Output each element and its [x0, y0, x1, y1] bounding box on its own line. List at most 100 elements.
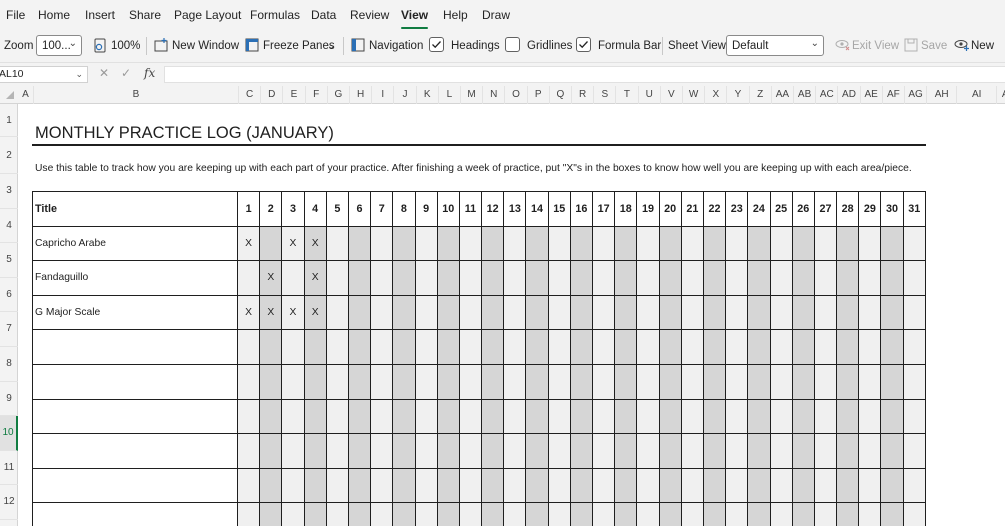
day-mark-cell[interactable] — [880, 363, 904, 400]
day-mark-cell[interactable] — [769, 225, 793, 262]
day-mark-cell[interactable] — [325, 260, 349, 296]
zoom-100-button[interactable]: 100% — [111, 30, 140, 62]
day-mark-cell[interactable] — [813, 294, 838, 331]
day-mark-cell[interactable] — [547, 467, 571, 504]
column-header[interactable]: D — [261, 86, 284, 104]
day-mark-cell[interactable] — [702, 467, 727, 504]
day-header-cell[interactable]: 11 — [458, 191, 483, 227]
day-mark-cell[interactable] — [702, 225, 727, 262]
day-mark-cell[interactable] — [658, 225, 682, 262]
column-header[interactable]: X — [705, 86, 728, 104]
day-mark-cell[interactable] — [525, 260, 549, 296]
day-mark-cell[interactable] — [858, 398, 882, 435]
day-mark-cell[interactable] — [281, 398, 305, 435]
day-mark-cell[interactable] — [281, 433, 305, 469]
day-mark-cell[interactable] — [547, 398, 571, 435]
day-mark-cell[interactable] — [680, 502, 704, 526]
day-mark-cell[interactable] — [525, 467, 549, 504]
day-mark-cell[interactable] — [503, 294, 527, 331]
day-header-cell[interactable]: 21 — [680, 191, 704, 227]
day-mark-cell[interactable] — [747, 502, 771, 526]
day-mark-cell[interactable] — [813, 398, 838, 435]
day-mark-cell[interactable] — [769, 329, 793, 365]
column-header[interactable]: AI — [957, 86, 998, 104]
day-mark-cell[interactable] — [325, 294, 349, 331]
day-mark-cell[interactable] — [303, 467, 327, 504]
column-header[interactable]: L — [439, 86, 461, 104]
exit-view-button[interactable]: Exit View — [852, 30, 899, 62]
day-mark-cell[interactable] — [370, 225, 394, 262]
day-mark-cell[interactable] — [813, 433, 838, 469]
day-header-cell[interactable]: 26 — [791, 191, 815, 227]
day-mark-cell[interactable] — [658, 398, 682, 435]
day-header-cell[interactable]: 13 — [503, 191, 527, 227]
day-mark-cell[interactable] — [370, 363, 394, 400]
day-mark-cell[interactable] — [481, 502, 505, 526]
day-mark-cell[interactable] — [858, 225, 882, 262]
day-mark-cell[interactable] — [813, 225, 838, 262]
tab-page-layout[interactable]: Page Layout — [174, 8, 241, 22]
day-header-cell[interactable]: 2 — [259, 191, 283, 227]
day-mark-cell[interactable] — [725, 467, 749, 504]
formula-bar-checkbox[interactable] — [576, 37, 591, 52]
day-mark-cell[interactable] — [614, 433, 638, 469]
tab-help[interactable]: Help — [443, 8, 468, 22]
row-title-cell[interactable] — [32, 329, 238, 365]
row-title-cell[interactable] — [32, 433, 238, 469]
day-mark-cell[interactable] — [392, 502, 416, 526]
day-mark-cell[interactable] — [525, 329, 549, 365]
day-header-cell[interactable]: 24 — [747, 191, 771, 227]
day-mark-cell[interactable] — [836, 329, 860, 365]
header-title-cell[interactable]: Title — [32, 191, 238, 227]
row-header[interactable]: 4 — [0, 209, 18, 244]
day-mark-cell[interactable] — [370, 502, 394, 526]
day-mark-cell[interactable] — [791, 225, 815, 262]
day-mark-cell[interactable] — [680, 329, 704, 365]
day-mark-cell[interactable] — [481, 294, 505, 331]
day-header-cell[interactable]: 16 — [569, 191, 594, 227]
day-mark-cell[interactable] — [259, 363, 283, 400]
day-mark-cell[interactable] — [902, 260, 926, 296]
day-mark-cell[interactable] — [325, 398, 349, 435]
row-header[interactable]: 2 — [0, 137, 18, 174]
row-header[interactable]: 12 — [0, 485, 18, 520]
day-mark-cell[interactable] — [547, 329, 571, 365]
day-mark-cell[interactable] — [281, 467, 305, 504]
day-mark-cell[interactable] — [591, 363, 616, 400]
day-mark-cell[interactable] — [281, 329, 305, 365]
day-mark-cell[interactable] — [458, 467, 483, 504]
day-mark-cell[interactable] — [591, 329, 616, 365]
day-mark-cell[interactable] — [836, 294, 860, 331]
row-header[interactable]: 9 — [0, 382, 18, 417]
day-mark-cell[interactable] — [636, 467, 660, 504]
day-mark-cell[interactable] — [325, 363, 349, 400]
column-header[interactable]: M — [461, 86, 484, 104]
day-mark-cell[interactable] — [658, 467, 682, 504]
day-mark-cell[interactable] — [525, 398, 549, 435]
day-mark-cell[interactable] — [636, 433, 660, 469]
day-mark-cell[interactable] — [902, 502, 926, 526]
day-mark-cell[interactable] — [680, 467, 704, 504]
day-mark-cell[interactable] — [547, 433, 571, 469]
day-mark-cell[interactable] — [392, 398, 416, 435]
day-mark-cell[interactable] — [791, 363, 815, 400]
day-header-cell[interactable]: 30 — [880, 191, 904, 227]
name-box[interactable]: AL10 ⌄ — [0, 66, 88, 83]
day-mark-cell[interactable] — [591, 294, 616, 331]
column-header[interactable]: AC — [816, 86, 839, 104]
day-header-cell[interactable]: 12 — [481, 191, 505, 227]
day-mark-cell[interactable] — [525, 294, 549, 331]
day-mark-cell[interactable] — [436, 225, 460, 262]
day-header-cell[interactable]: 9 — [414, 191, 438, 227]
day-mark-cell[interactable] — [503, 363, 527, 400]
day-mark-cell[interactable] — [259, 433, 283, 469]
day-mark-cell[interactable] — [303, 398, 327, 435]
day-mark-cell[interactable] — [902, 363, 926, 400]
day-mark-cell[interactable] — [680, 260, 704, 296]
day-mark-cell[interactable] — [614, 398, 638, 435]
day-mark-cell[interactable] — [347, 294, 372, 331]
day-mark-cell[interactable] — [347, 363, 372, 400]
day-mark-cell[interactable] — [414, 294, 438, 331]
row-title-cell[interactable] — [32, 363, 238, 400]
day-mark-cell[interactable] — [658, 363, 682, 400]
